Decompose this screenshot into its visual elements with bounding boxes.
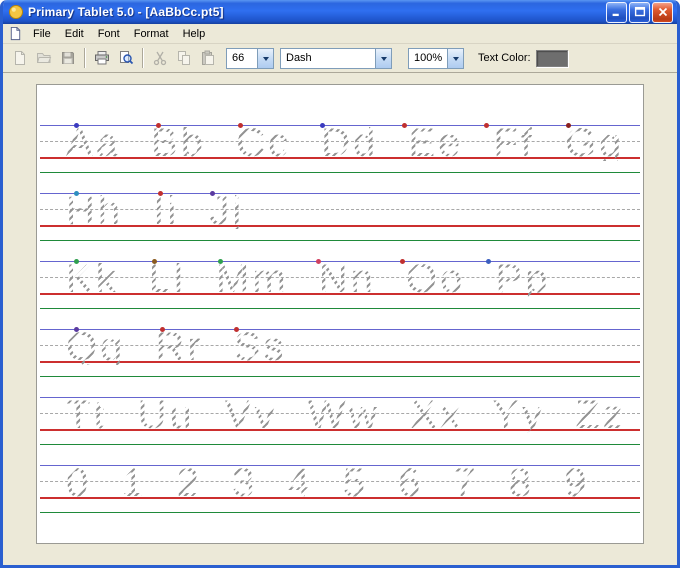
zoom-value: 100% [409,49,447,68]
close-button[interactable] [652,2,673,23]
stroke-start-dot [320,123,325,128]
stroke-start-dot [486,259,491,264]
chevron-down-icon[interactable] [447,49,463,68]
stroke-start-dot [484,123,489,128]
stroke-start-dot [152,259,157,264]
toolbar-separator [84,48,86,68]
zoom-combobox[interactable]: 100% [408,48,464,69]
maximize-button[interactable] [629,2,650,23]
menu-bar: File Edit Font Format Help [3,24,677,44]
minimize-button[interactable] [606,2,627,23]
font-size-value: 66 [227,49,257,68]
stroke-start-dot [234,327,239,332]
window-title: Primary Tablet 5.0 - [AaBbCc.pt5] [28,5,604,19]
stroke-start-dot [316,259,321,264]
toolbar-separator [142,48,144,68]
trace-letters[interactable]: Kk Ll Mm Nn Oo Pp [66,261,550,297]
chevron-down-icon[interactable] [375,49,391,68]
document-area: Aa Bb Cc Dd Ee Ff Gg Hh Ii Jj Kk Ll Mm N… [3,73,677,565]
font-size-combobox[interactable]: 66 [226,48,274,69]
guideline-descender [40,512,640,513]
stroke-start-dot [74,123,79,128]
stroke-start-dot [400,259,405,264]
open-button[interactable] [32,46,56,70]
practice-row[interactable]: Hh Ii Jj [40,193,640,261]
guideline-descender [40,308,640,309]
style-combobox[interactable]: Dash [280,48,392,69]
new-button[interactable] [8,46,32,70]
print-button[interactable] [90,46,114,70]
stroke-start-dot [74,191,79,196]
practice-row[interactable]: Aa Bb Cc Dd Ee Ff Gg [40,125,640,193]
menu-font[interactable]: Font [91,26,127,42]
trace-letters[interactable]: Hh Ii Jj [66,193,244,229]
guideline-descender [40,376,640,377]
menu-format[interactable]: Format [127,26,176,42]
toolbar: 66 Dash 100% Text Color: [3,44,677,73]
text-color-label: Text Color: [478,52,531,64]
trace-letters[interactable]: Tt Uu Vv Ww Xx Yy Zz [66,397,626,433]
guideline-descender [40,444,640,445]
paste-button[interactable] [196,46,220,70]
print-preview-button[interactable] [114,46,138,70]
text-color-swatch[interactable] [536,50,568,67]
save-button[interactable] [56,46,80,70]
stroke-start-dot [156,123,161,128]
app-icon[interactable] [8,4,24,20]
stroke-start-dot [74,327,79,332]
stroke-start-dot [566,123,571,128]
guideline-descender [40,240,640,241]
document-icon[interactable] [8,26,23,41]
stroke-start-dot [74,259,79,264]
practice-row[interactable]: Qq Rr Ss [40,329,640,397]
practice-row[interactable]: Kk Ll Mm Nn Oo Pp [40,261,640,329]
document-page[interactable]: Aa Bb Cc Dd Ee Ff Gg Hh Ii Jj Kk Ll Mm N… [36,84,644,544]
menu-file[interactable]: File [26,26,58,42]
stroke-start-dot [238,123,243,128]
stroke-start-dot [210,191,215,196]
copy-button[interactable] [172,46,196,70]
stroke-start-dot [160,327,165,332]
practice-row[interactable]: 0 1 2 3 4 5 6 7 8 9 [40,465,640,533]
cut-button[interactable] [148,46,172,70]
trace-letters[interactable]: Qq Rr Ss [66,329,286,365]
practice-row[interactable]: Tt Uu Vv Ww Xx Yy Zz [40,397,640,465]
chevron-down-icon[interactable] [257,49,273,68]
stroke-start-dot [158,191,163,196]
menu-edit[interactable]: Edit [58,26,91,42]
app-window: Primary Tablet 5.0 - [AaBbCc.pt5] File E… [0,0,680,568]
guideline-descender [40,172,640,173]
stroke-start-dot [218,259,223,264]
trace-numbers[interactable]: 0 1 2 3 4 5 6 7 8 9 [66,465,589,501]
menu-help[interactable]: Help [176,26,213,42]
stroke-start-dot [402,123,407,128]
style-value: Dash [281,49,375,68]
trace-letters[interactable]: Aa Bb Cc Dd Ee Ff Gg [66,125,624,161]
title-bar[interactable]: Primary Tablet 5.0 - [AaBbCc.pt5] [3,0,677,24]
